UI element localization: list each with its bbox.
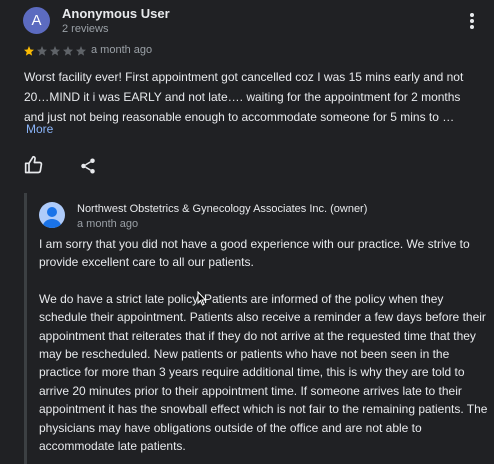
star-empty-icon <box>76 45 86 56</box>
review-time: a month ago <box>91 44 153 56</box>
mouse-cursor-icon <box>197 290 207 306</box>
star-empty-icon <box>63 45 73 56</box>
owner-response: Northwest Obstetrics & Gynecology Associ… <box>24 193 494 464</box>
star-filled-icon <box>24 45 34 56</box>
thumb-up-icon[interactable] <box>24 155 44 175</box>
owner-response-paragraph: I am sorry that you did not have a good … <box>39 237 470 270</box>
owner-name: Northwest Obstetrics & Gynecology Associ… <box>77 203 368 215</box>
more-link[interactable]: More <box>26 120 53 138</box>
person-icon <box>42 207 62 228</box>
more-vert-icon[interactable] <box>464 10 480 32</box>
owner-avatar <box>39 202 65 228</box>
reviewer-review-count: 2 reviews <box>62 23 109 35</box>
owner-response-time: a month ago <box>77 218 139 230</box>
share-icon[interactable] <box>79 157 97 175</box>
star-rating <box>23 43 88 58</box>
review-text: Worst facility ever! First appointment g… <box>24 70 464 124</box>
avatar[interactable]: A <box>23 7 50 34</box>
owner-response-paragraph: We do have a strict late policy. Patient… <box>39 291 488 454</box>
star-empty-icon <box>50 45 60 56</box>
review-card: A Anonymous User 2 reviews a month ago W… <box>0 0 494 464</box>
owner-response-text: I am sorry that you did not have a good … <box>39 235 489 455</box>
reviewer-name[interactable]: Anonymous User <box>62 6 170 21</box>
star-empty-icon <box>37 45 47 56</box>
